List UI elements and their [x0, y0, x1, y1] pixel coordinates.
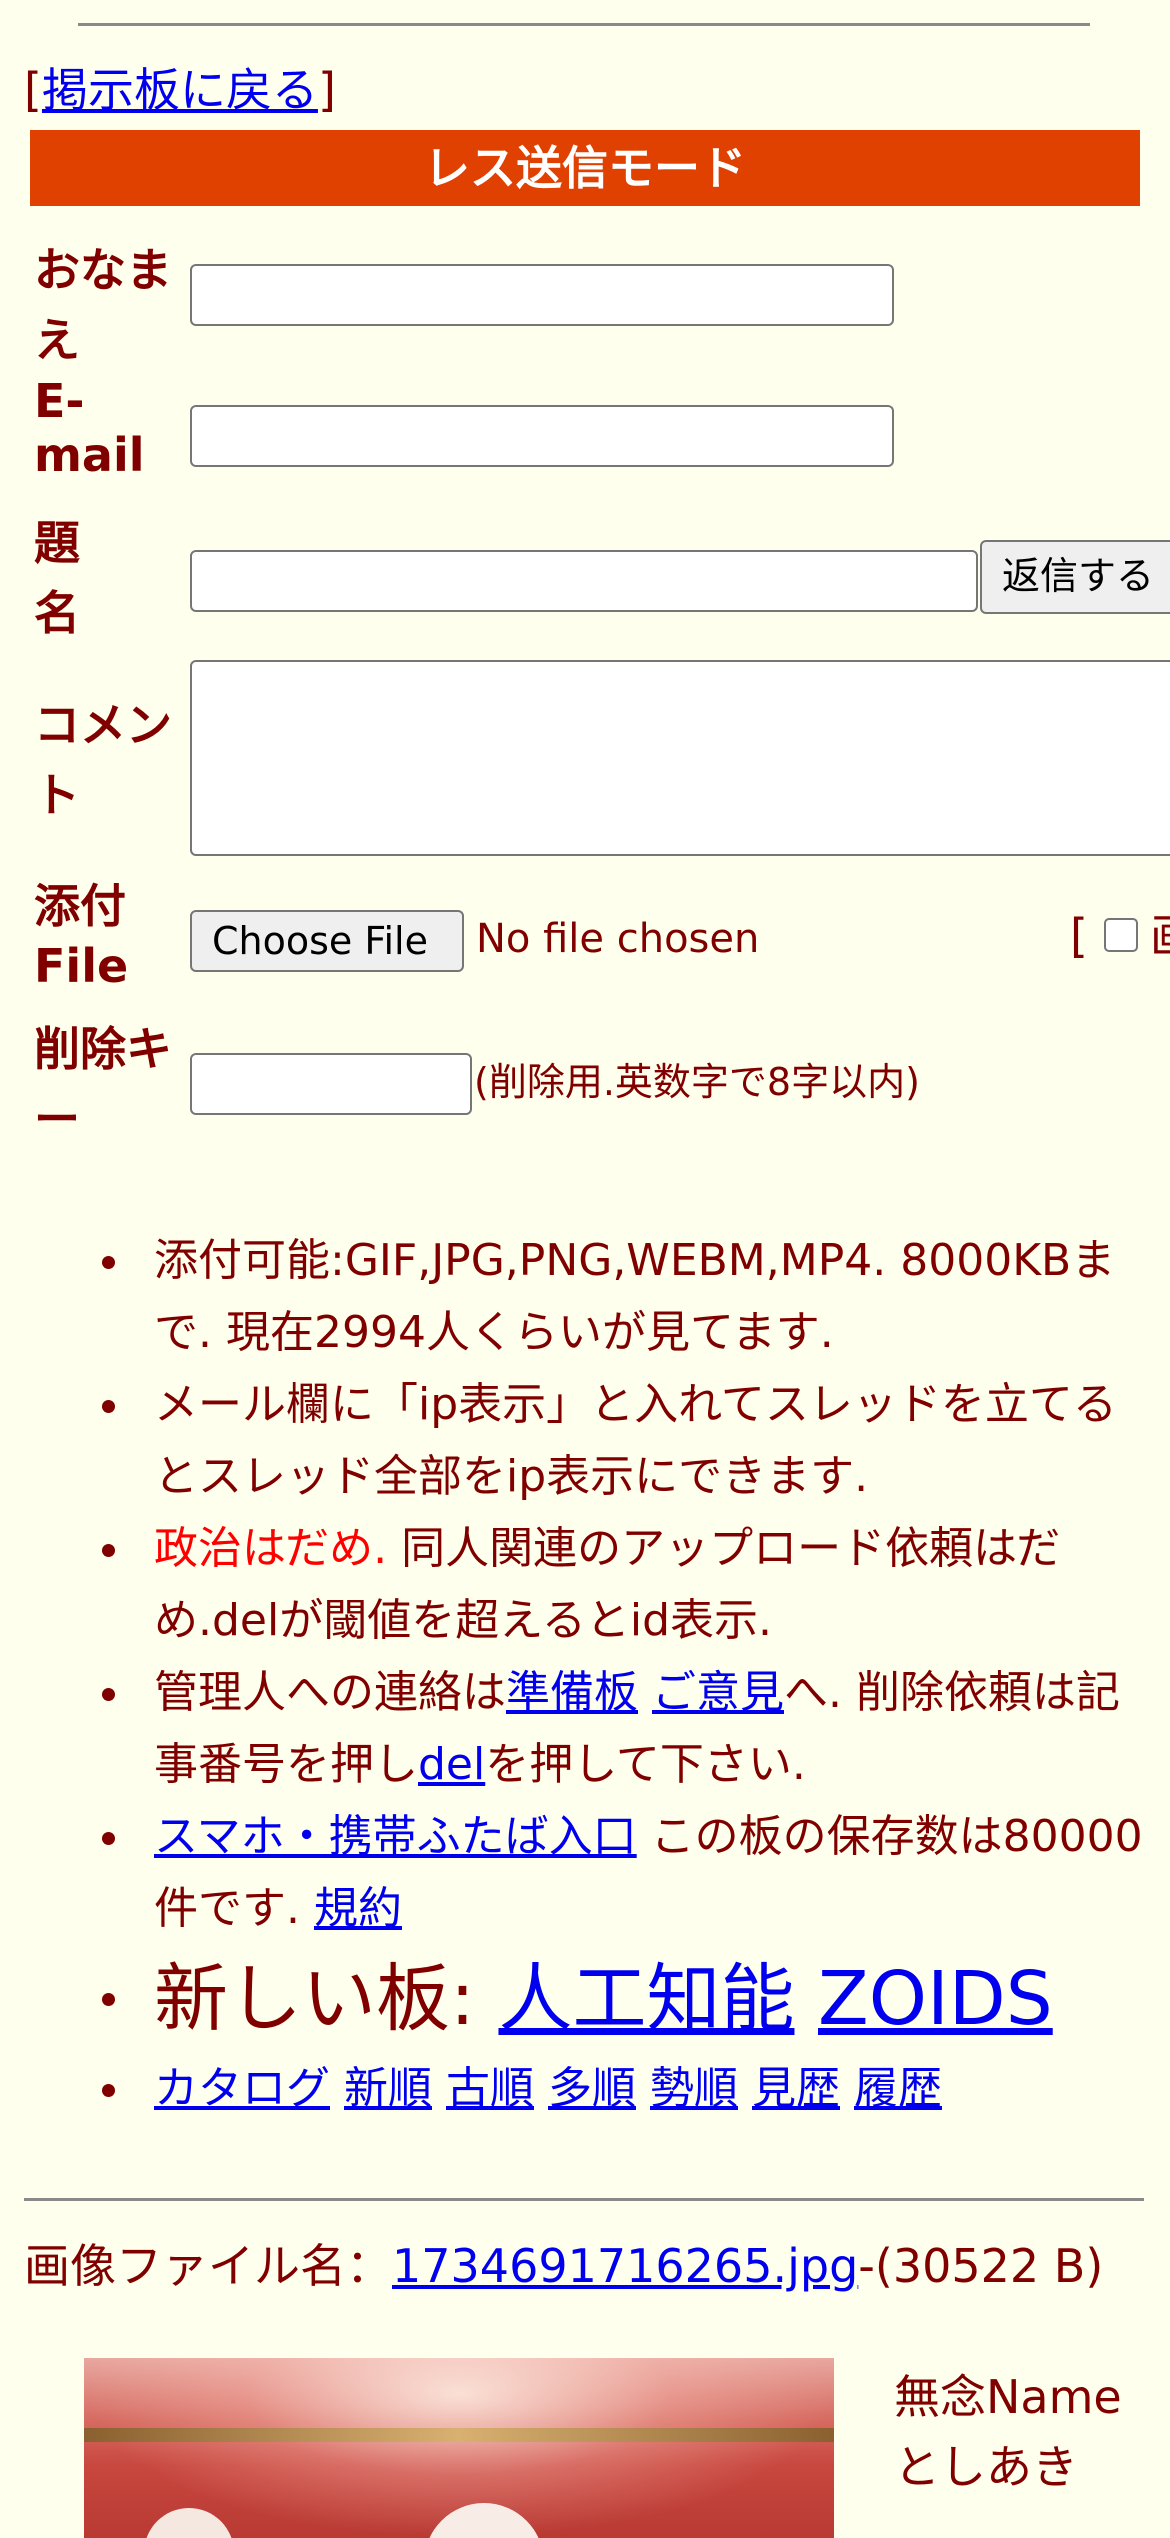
rule-ip-text: メール欄に「ip表示」と入れてスレッドを立てるとスレッド全部をip表示にできます… [154, 1379, 1117, 1502]
rule-politics-warning: 政治はだめ. [154, 1523, 388, 1574]
image-file-label: 画像ファイル名： [24, 2239, 392, 2293]
rule-item-politics: 政治はだめ. 同人関連のアップロード依頼はだめ.delが閾値を超えるとid表示. [102, 1513, 1154, 1657]
back-to-board-link[interactable]: 掲示板に戻る [42, 63, 318, 117]
email-input[interactable] [190, 405, 894, 467]
sort-most-link[interactable]: 多順 [548, 2063, 636, 2114]
reply-submit-button[interactable]: 返信する [980, 540, 1170, 614]
back-bracket-close: ] [317, 63, 336, 117]
image-only-checkbox[interactable] [1104, 918, 1138, 952]
name-label: おなまえ [34, 243, 172, 367]
back-bracket-open: [ [24, 63, 42, 117]
reply-mode-header: レス送信モード [30, 130, 1140, 206]
view-history-link[interactable]: 見歴 [752, 2063, 840, 2114]
terms-link[interactable]: 規約 [314, 1883, 402, 1934]
email-label: E-mail [34, 374, 145, 482]
rule-contact-text-a: 管理人への連絡は [154, 1667, 506, 1718]
prep-board-link[interactable]: 準備板 [506, 1667, 638, 1718]
mobile-entrance-link[interactable]: スマホ・携帯ふたば入口 [154, 1811, 637, 1862]
poster-name-value: としあき [894, 2440, 1078, 2494]
rule-contact-text-c: を押して下さい. [485, 1739, 806, 1790]
board-rules-list: 添付可能:GIF,JPG,PNG,WEBM,MP4. 8000KBまで. 現在2… [102, 1225, 1154, 2125]
catalog-link[interactable]: カタログ [154, 2063, 330, 2114]
post-image-thumbnail[interactable] [84, 2358, 834, 2538]
feedback-link[interactable]: ご意見 [652, 1667, 784, 1718]
choose-file-button[interactable]: Choose File [190, 910, 464, 972]
rule-item-attachments: 添付可能:GIF,JPG,PNG,WEBM,MP4. 8000KBまで. 現在2… [102, 1225, 1154, 1369]
image-only-bracket: [ [1070, 909, 1088, 963]
name-input[interactable] [190, 264, 894, 326]
rule-item-sort-links: カタログ 新順 古順 多順 勢順 見歴 履歴 [102, 2053, 1154, 2125]
rule-attachments-text: 添付可能:GIF,JPG,PNG,WEBM,MP4. 8000KBまで. 現在2… [154, 1235, 1116, 1358]
ai-board-link[interactable]: 人工知能 [498, 1956, 794, 2042]
file-status-text: No file chosen [476, 916, 760, 962]
delete-key-note: (削除用.英数字で8字以内) [474, 1060, 920, 1104]
back-to-board: [掲示板に戻る] [24, 62, 336, 118]
poster-name-label: 無念Name [894, 2370, 1122, 2424]
top-divider [78, 23, 1090, 26]
image-only-label: 画 [1150, 908, 1170, 964]
new-boards-prefix: 新しい板: [154, 1956, 499, 2042]
delete-key-input[interactable] [190, 1053, 472, 1115]
attach-file-label: 添付File [34, 879, 129, 993]
zoids-board-link[interactable]: ZOIDS [818, 1956, 1053, 2042]
comment-label: コメント [34, 698, 172, 822]
subject-input[interactable] [190, 550, 978, 612]
rule-item-new-boards: 新しい板: 人工知能 ZOIDS [102, 1945, 1154, 2053]
sort-momentum-link[interactable]: 勢順 [650, 2063, 738, 2114]
subject-label: 題名 [34, 516, 80, 640]
delete-key-label: 削除キー [34, 1022, 172, 1146]
rule-item-mobile: スマホ・携帯ふたば入口 この板の保存数は80000件です. 規約 [102, 1801, 1154, 1945]
del-link[interactable]: del [418, 1739, 485, 1790]
image-file-link[interactable]: 1734691716265.jpg [392, 2239, 858, 2293]
sort-newest-link[interactable]: 新順 [344, 2063, 432, 2114]
rule-item-ip: メール欄に「ip表示」と入れてスレッドを立てるとスレッド全部をip表示にできます… [102, 1369, 1154, 1513]
comment-textarea[interactable] [190, 660, 1170, 856]
rule-item-contact: 管理人への連絡は準備板 ご意見へ. 削除依頼は記事番号を押しdelを押して下さい… [102, 1657, 1154, 1801]
image-file-info: 画像ファイル名：1734691716265.jpg-(30522 B) [24, 2237, 1144, 2295]
bottom-divider [24, 2198, 1144, 2201]
post-history-link[interactable]: 履歴 [854, 2063, 942, 2114]
poster-name: 無念Name としあき [894, 2362, 1122, 2502]
image-file-size: -(30522 B) [858, 2239, 1104, 2293]
sort-oldest-link[interactable]: 古順 [446, 2063, 534, 2114]
